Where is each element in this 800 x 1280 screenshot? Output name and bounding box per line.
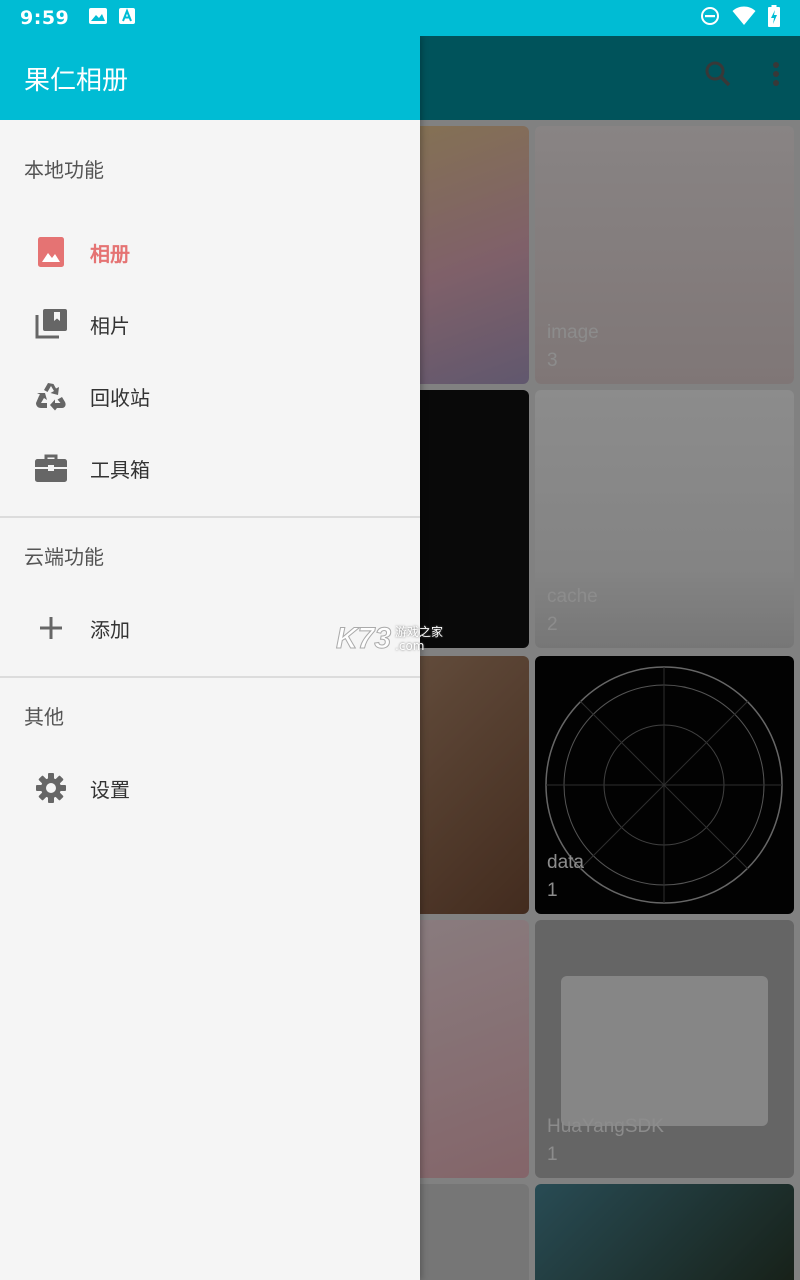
menu-item-label: 设置 [90,777,130,802]
watermark-line1: 游戏之家 [395,625,444,639]
photo-album-icon [34,235,68,269]
wifi-icon [732,6,756,30]
section-title-local: 本地功能 [24,157,104,182]
status-bar: 9:59 [0,0,800,36]
watermark: K73 游戏之家 .com [335,622,444,656]
menu-item-toolbox[interactable]: 工具箱 [0,432,420,504]
menu-item-label: 工具箱 [90,457,150,482]
menu-item-photos[interactable]: 相片 [0,288,420,360]
menu-item-settings[interactable]: 设置 [0,752,420,824]
gear-icon [34,771,68,805]
do-not-disturb-icon [700,6,720,30]
toolbox-icon [34,451,68,485]
watermark-line2: .com [395,639,425,653]
menu-item-label: 添加 [90,617,130,642]
menu-item-recycle-bin[interactable]: 回收站 [0,360,420,432]
drawer-title: 果仁相册 [24,65,129,96]
menu-item-label: 回收站 [90,385,150,410]
text-a-icon [119,8,136,28]
image-icon [89,8,108,28]
menu-item-albums[interactable]: 相册 [0,216,420,288]
menu-item-label: 相片 [90,313,130,338]
add-icon [34,611,68,645]
status-time: 9:59 [20,7,70,29]
photo-library-icon [34,307,68,341]
section-title-cloud: 云端功能 [24,544,104,569]
battery-charging-icon [768,5,780,31]
watermark-logo: K73 [335,622,392,656]
recycle-icon [34,379,68,413]
drawer-header: 果仁相册 [0,36,420,120]
section-title-other: 其他 [24,704,64,729]
navigation-drawer: 果仁相册 本地功能 相册 相片 回收站 工具箱 云端功能 添加 其他 设置 [0,36,420,1280]
menu-item-label: 相册 [90,241,130,266]
